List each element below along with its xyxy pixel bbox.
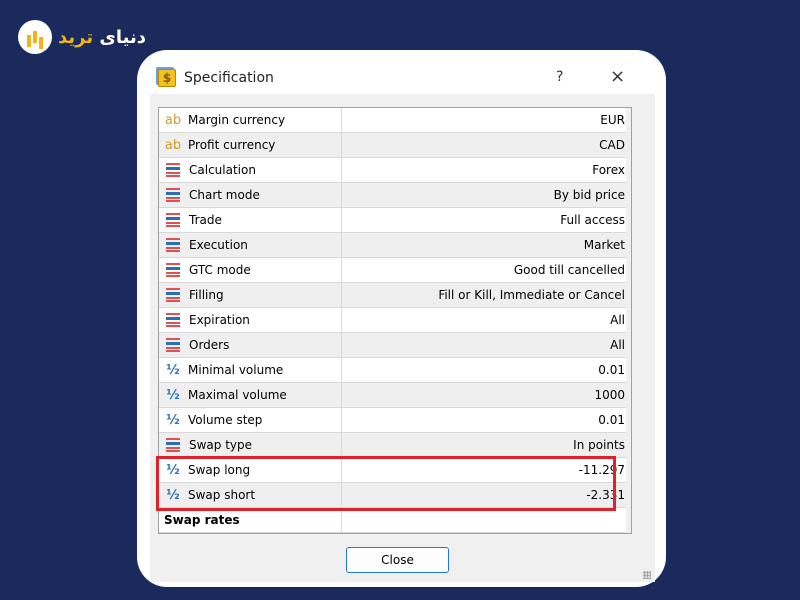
row-value: Good till cancelled bbox=[513, 263, 625, 277]
row-label: Expiration bbox=[189, 313, 250, 327]
row-value: Forex bbox=[592, 163, 625, 177]
row-label: Filling bbox=[189, 288, 224, 302]
help-button[interactable]: ? bbox=[556, 69, 563, 85]
fraction-icon: ½ bbox=[166, 412, 180, 428]
row-value: EUR bbox=[600, 113, 625, 127]
row-value: 1000 bbox=[594, 388, 625, 402]
row-value: Fill or Kill, Immediate or Cancel bbox=[438, 288, 625, 302]
text-type-icon: ab bbox=[164, 137, 182, 153]
row-label: Calculation bbox=[189, 163, 256, 177]
title-bar: $ Specification ? × bbox=[150, 62, 655, 94]
row-label: Execution bbox=[189, 238, 248, 252]
fraction-icon: ½ bbox=[166, 362, 180, 378]
list-type-icon bbox=[166, 288, 180, 302]
brand-logo: دنیای ترید bbox=[18, 20, 146, 54]
row-label: Volume step bbox=[188, 413, 263, 427]
row-value: CAD bbox=[599, 138, 625, 152]
list-type-icon bbox=[166, 188, 180, 202]
logo-text: دنیای ترید bbox=[58, 26, 147, 48]
list-type-icon bbox=[166, 438, 180, 452]
row-label: GTC mode bbox=[189, 263, 251, 277]
row-label: Swap type bbox=[189, 438, 253, 452]
table-row[interactable]: Swap type In points bbox=[159, 433, 631, 458]
table-row[interactable]: Calculation Forex bbox=[159, 158, 631, 183]
table-row[interactable]: GTC mode Good till cancelled bbox=[159, 258, 631, 283]
list-type-icon bbox=[166, 213, 180, 227]
globe-chart-icon bbox=[18, 20, 52, 54]
row-value: Full access bbox=[560, 213, 625, 227]
row-value: 0.01 bbox=[598, 363, 625, 377]
table-row[interactable]: ab Profit currency CAD bbox=[159, 133, 631, 158]
fraction-icon: ½ bbox=[166, 387, 180, 403]
section-row: Swap rates bbox=[159, 508, 631, 533]
section-label: Swap rates bbox=[159, 508, 342, 532]
row-label: Chart mode bbox=[189, 188, 260, 202]
table-row[interactable]: Chart mode By bid price bbox=[159, 183, 631, 208]
row-value: In points bbox=[573, 438, 625, 452]
list-type-icon bbox=[166, 163, 180, 177]
table-row[interactable]: ½ Maximal volume 1000 bbox=[159, 383, 631, 408]
list-type-icon bbox=[166, 263, 180, 277]
row-label: Maximal volume bbox=[188, 388, 287, 402]
dialog-title: Specification bbox=[184, 70, 274, 86]
row-value: 0.01 bbox=[598, 413, 625, 427]
row-label: Profit currency bbox=[188, 138, 276, 152]
table-row[interactable]: Orders All bbox=[159, 333, 631, 358]
close-button[interactable]: Close bbox=[346, 547, 449, 573]
table-row[interactable]: ab Margin currency EUR bbox=[159, 108, 631, 133]
list-type-icon bbox=[166, 338, 180, 352]
close-icon[interactable]: × bbox=[610, 66, 625, 87]
row-value: All bbox=[610, 338, 625, 352]
row-value: All bbox=[610, 313, 625, 327]
row-label: Minimal volume bbox=[188, 363, 284, 377]
scrollbar[interactable] bbox=[626, 108, 632, 533]
table-row[interactable]: ½ Minimal volume 0.01 bbox=[159, 358, 631, 383]
list-type-icon bbox=[166, 313, 180, 327]
list-type-icon bbox=[166, 238, 180, 252]
text-type-icon: ab bbox=[164, 112, 182, 128]
dollar-icon: $ bbox=[158, 69, 176, 87]
row-value: Market bbox=[583, 238, 625, 252]
table-row[interactable]: ½ Volume step 0.01 bbox=[159, 408, 631, 433]
row-label: Orders bbox=[189, 338, 230, 352]
table-row[interactable]: Execution Market bbox=[159, 233, 631, 258]
row-label: Margin currency bbox=[188, 113, 286, 127]
table-row[interactable]: Expiration All bbox=[159, 308, 631, 333]
scrollbar-thumb[interactable] bbox=[631, 185, 632, 345]
row-value: By bid price bbox=[553, 188, 625, 202]
table-row[interactable]: Filling Fill or Kill, Immediate or Cancel bbox=[159, 283, 631, 308]
swap-highlight-box bbox=[156, 456, 616, 511]
row-label: Trade bbox=[189, 213, 222, 227]
resize-grip[interactable] bbox=[643, 571, 651, 579]
table-row[interactable]: Trade Full access bbox=[159, 208, 631, 233]
